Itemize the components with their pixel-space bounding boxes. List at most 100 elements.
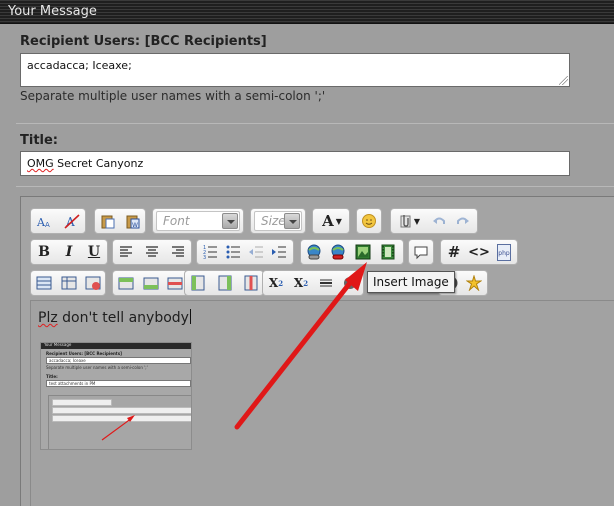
undo-icon[interactable] (429, 211, 449, 231)
subscript-letter: X (268, 276, 279, 290)
panel-title: Your Message (8, 4, 97, 19)
thumb-title-label: Title: (46, 374, 58, 379)
text-caret (189, 309, 191, 324)
bold-button[interactable]: B (34, 242, 54, 262)
recipients-label: Recipient Users: (20, 34, 141, 49)
svg-text:3: 3 (203, 255, 206, 260)
insert-row-above-icon[interactable] (116, 273, 136, 293)
recipients-input[interactable]: accadacca; Iceaxe; (20, 53, 570, 87)
delete-row-icon[interactable] (165, 273, 185, 293)
toolbar-group-table (30, 270, 106, 296)
embedded-screenshot-image: Your Message Recipient Users: [BCC Recip… (40, 342, 192, 450)
font-color-icon: A (322, 212, 334, 230)
smiley-icon[interactable] (359, 211, 379, 231)
insert-image-tooltip: Insert Image (367, 271, 455, 293)
sparkle-icon[interactable] (464, 273, 484, 293)
toolbar-group-quote (408, 239, 434, 265)
attach-button[interactable]: ▼ (394, 211, 424, 231)
paste-word-icon[interactable]: W (123, 211, 143, 231)
section-divider (16, 123, 614, 124)
unordered-list-icon[interactable] (223, 242, 243, 262)
php-button[interactable]: php (494, 242, 514, 262)
insert-column-left-icon[interactable] (188, 273, 208, 293)
editor-body-text: Plz don't tell anybody (38, 309, 191, 326)
delete-column-icon[interactable] (241, 273, 261, 293)
toolbar-group-color: A ▼ (312, 208, 350, 234)
thumb-editor (48, 395, 191, 449)
recipients-label-row: Recipient Users: [BCC Recipients] (20, 34, 267, 49)
chevron-down-icon: ▼ (335, 216, 342, 226)
thumb-header: Your Message (41, 342, 191, 349)
ordered-list-icon[interactable]: 123 (200, 242, 220, 262)
chevron-down-icon[interactable] (284, 213, 300, 229)
font-color-button[interactable]: A ▼ (317, 211, 347, 231)
table-properties-icon[interactable] (59, 273, 79, 293)
svg-text:A: A (45, 221, 50, 229)
recipients-hint: Separate multiple user names with a semi… (20, 89, 326, 103)
size-select-value: Size (261, 214, 286, 228)
chevron-down-icon[interactable] (222, 213, 238, 229)
outdent-icon[interactable] (246, 242, 266, 262)
insert-column-right-icon[interactable] (215, 273, 235, 293)
toolbar-group-smiley (356, 208, 382, 234)
size-select[interactable]: Size (254, 211, 302, 231)
insert-video-icon[interactable] (378, 242, 398, 262)
insert-row-below-icon[interactable] (141, 273, 161, 293)
italic-button[interactable]: I (59, 242, 79, 262)
delete-table-icon[interactable] (83, 273, 103, 293)
align-left-icon[interactable] (116, 242, 136, 262)
spoiler-icon[interactable]: ? (340, 273, 360, 293)
chevron-down-icon: ▼ (413, 216, 421, 226)
paste-icon[interactable] (98, 211, 118, 231)
subscript-button[interactable]: X2 (266, 273, 286, 293)
toolbar-group-size: Size (250, 208, 306, 234)
paperclip-icon (400, 215, 411, 228)
toolbar-group-font-style: AA A (30, 208, 86, 234)
font-select-value: Font (163, 214, 190, 228)
font-select[interactable]: Font (156, 211, 240, 231)
remove-format-icon[interactable]: A (62, 211, 82, 231)
toolbar-group-rows (112, 270, 188, 296)
quote-icon[interactable] (411, 242, 431, 262)
section-divider (16, 186, 614, 187)
underline-button[interactable]: U (84, 242, 104, 262)
font-style-icon[interactable]: AA (34, 211, 54, 231)
superscript-mark: 2 (303, 278, 309, 288)
title-label: Title: (20, 133, 59, 148)
toolbar-group-insert (300, 239, 404, 265)
toolbar-group-align (112, 239, 192, 265)
bcc-recipients-link[interactable]: [BCC Recipients] (145, 34, 267, 49)
redo-icon[interactable] (453, 211, 473, 231)
insert-link-icon[interactable] (304, 242, 324, 262)
body-misspelled-word: Plz (38, 310, 58, 326)
thumb-title-input: test attachments in PM (46, 380, 191, 387)
title-value-rest: Secret Canyonz (53, 157, 144, 170)
thumb-recipients-input: accadacca; Iceaxe (46, 357, 191, 364)
php-icon: php (497, 243, 511, 261)
resize-grip[interactable] (559, 76, 568, 85)
toolbar-group-attach: ▼ (390, 208, 478, 234)
insert-image-icon[interactable] (353, 242, 373, 262)
thumb-toolbar-row (52, 415, 191, 422)
table-icon[interactable] (34, 273, 54, 293)
subscript-mark: 2 (278, 278, 284, 288)
toolbar-group-columns (184, 270, 264, 296)
code-button[interactable]: <> (468, 242, 490, 262)
superscript-button[interactable]: X2 (291, 273, 311, 293)
thumb-toolbar-row (52, 407, 191, 414)
svg-text:?: ? (347, 279, 352, 290)
thumb-hint: Separate multiple user names with a semi… (46, 365, 148, 370)
indent-icon[interactable] (269, 242, 289, 262)
body-text-rest: don't tell anybody (57, 310, 189, 326)
horizontal-rule-icon[interactable] (316, 273, 336, 293)
hash-button[interactable]: # (444, 242, 464, 262)
title-input[interactable]: OMG Secret Canyonz (20, 151, 570, 176)
remove-link-icon[interactable] (328, 242, 348, 262)
toolbar-group-lists: 123 (196, 239, 294, 265)
toolbar-group-code: # <> php (440, 239, 518, 265)
align-center-icon[interactable] (142, 242, 162, 262)
toolbar-group-text-format: B I U (30, 239, 108, 265)
thumb-header-title: Your Message (44, 342, 72, 347)
thumb-recipients-label: Recipient Users: [BCC Recipients] (46, 351, 122, 356)
align-right-icon[interactable] (168, 242, 188, 262)
